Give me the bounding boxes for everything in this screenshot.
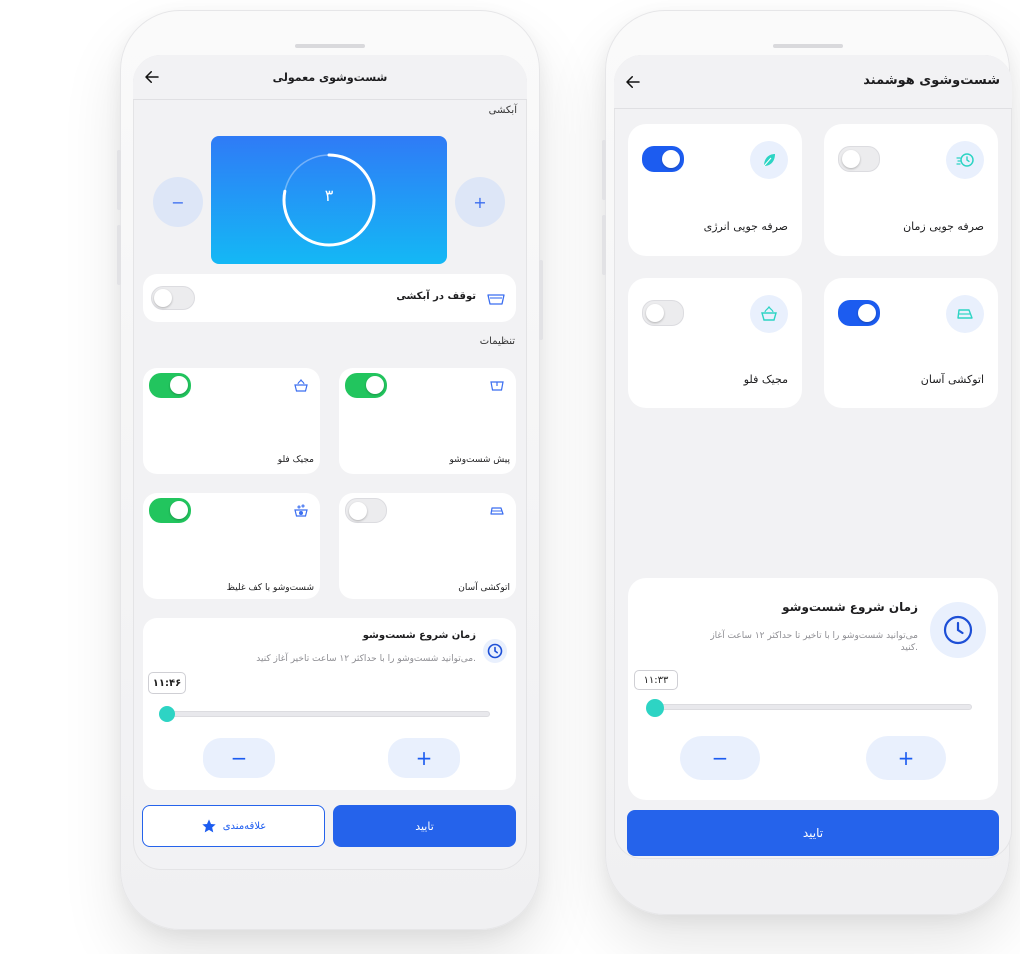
option-card-prewash[interactable]: پیش شست‌وشو bbox=[339, 368, 516, 474]
time-text: ۱۱:۳۳ bbox=[643, 674, 669, 686]
foam-wash-toggle[interactable] bbox=[149, 498, 191, 523]
magic-flow-toggle[interactable] bbox=[642, 300, 684, 326]
start-time-card: زمان شروع شست‌وشو می‌توانید شست‌وشو را ب… bbox=[143, 618, 516, 790]
page-title: شست‌وشوی معمولی bbox=[272, 70, 388, 84]
option-label: صرفه جویی انرژی bbox=[703, 220, 788, 233]
back-arrow-icon[interactable] bbox=[624, 73, 642, 91]
start-time-card: زمان شروع شست‌وشو می‌توانید شست‌وشو را ب… bbox=[628, 578, 998, 800]
plus-label: + bbox=[415, 746, 433, 770]
back-arrow-icon[interactable] bbox=[143, 68, 161, 86]
option-card-foam-wash[interactable]: شست‌وشو با کف غلیظ bbox=[143, 493, 320, 599]
start-time-value: ۱۱:۳۳ bbox=[634, 670, 678, 690]
option-card-magic-flow[interactable]: مجیک فلو bbox=[628, 278, 802, 408]
start-time-slider-thumb[interactable] bbox=[159, 706, 175, 722]
leaf-icon bbox=[750, 141, 788, 179]
magic-flow-icon bbox=[750, 295, 788, 333]
left-screen: شست‌وشوی معمولی آبکشی − ۳ + توقف در آبکش… bbox=[133, 55, 527, 870]
iron-icon bbox=[946, 295, 984, 333]
tub-icon bbox=[487, 294, 505, 305]
toggle-knob bbox=[170, 501, 188, 519]
power-button bbox=[539, 260, 543, 340]
toggle-knob bbox=[858, 304, 876, 322]
rinse-plus-button[interactable]: + bbox=[455, 177, 505, 227]
toggle-knob bbox=[662, 150, 680, 168]
magic-flow-toggle[interactable] bbox=[149, 373, 191, 398]
speaker-grille bbox=[772, 44, 843, 48]
confirm-label: تایید bbox=[415, 819, 434, 833]
iron-icon bbox=[486, 500, 508, 522]
volume-button bbox=[602, 140, 606, 200]
foam-wash-icon bbox=[290, 500, 312, 522]
start-time-plus-button[interactable]: + bbox=[866, 736, 946, 780]
clock-icon bbox=[930, 602, 986, 658]
star-icon bbox=[202, 819, 216, 833]
toggle-knob bbox=[349, 502, 367, 520]
easy-iron-toggle[interactable] bbox=[345, 498, 387, 523]
favorite-label: علاقه‌مندی bbox=[222, 820, 267, 832]
toggle-knob bbox=[366, 376, 384, 394]
option-label: اتوکشی آسان bbox=[920, 373, 984, 386]
start-time-plus-button[interactable]: + bbox=[388, 738, 460, 778]
pause-rinse-toggle[interactable] bbox=[151, 286, 195, 310]
minus-label: − bbox=[711, 746, 729, 770]
page-title: شست‌وشوی هوشمند bbox=[863, 73, 1000, 88]
plus-label: + bbox=[897, 746, 915, 770]
settings-section-title: تنظیمات bbox=[479, 336, 515, 347]
option-label: مجیک فلو bbox=[743, 373, 788, 386]
rinse-count: ۳ bbox=[324, 186, 334, 205]
start-time-title: زمان شروع شست‌وشو bbox=[362, 630, 476, 641]
option-card-easy-iron[interactable]: اتوکشی آسان bbox=[824, 278, 998, 408]
rinse-minus-button[interactable]: − bbox=[153, 177, 203, 227]
start-time-slider[interactable] bbox=[163, 711, 490, 717]
time-save-icon bbox=[946, 141, 984, 179]
prewash-toggle[interactable] bbox=[345, 373, 387, 398]
start-time-value: ۱۱:۴۶ bbox=[148, 672, 186, 694]
option-card-energy-save[interactable]: صرفه جویی انرژی bbox=[628, 124, 802, 256]
start-time-minus-button[interactable]: − bbox=[680, 736, 760, 780]
rinse-counter-display: ۳ bbox=[211, 136, 447, 264]
start-time-title: زمان شروع شست‌وشو bbox=[782, 600, 918, 614]
toggle-knob bbox=[170, 376, 188, 394]
option-card-time-save[interactable]: صرفه جویی زمان bbox=[824, 124, 998, 256]
option-label: شست‌وشو با کف غلیظ bbox=[226, 583, 314, 593]
option-card-magic-flow[interactable]: مجیک فلو bbox=[143, 368, 320, 474]
start-time-slider-thumb[interactable] bbox=[646, 699, 664, 717]
start-time-slider[interactable] bbox=[654, 704, 972, 710]
confirm-button[interactable]: تایید bbox=[627, 810, 999, 856]
start-time-description: می‌توانید شست‌وشو را با حداکثر ۱۲ ساعت ت… bbox=[256, 654, 476, 664]
confirm-label: تایید bbox=[802, 826, 824, 840]
minus-label: − bbox=[171, 192, 185, 212]
energy-save-toggle[interactable] bbox=[642, 146, 684, 172]
prewash-icon bbox=[486, 375, 508, 397]
toggle-knob bbox=[154, 289, 172, 307]
volume-button bbox=[117, 225, 121, 285]
app-bar: شست‌وشوی معمولی bbox=[133, 55, 527, 100]
confirm-button[interactable]: تایید bbox=[333, 805, 516, 847]
option-card-easy-iron[interactable]: اتوکشی آسان bbox=[339, 493, 516, 599]
favorite-button[interactable]: علاقه‌مندی bbox=[142, 805, 325, 847]
option-label: صرفه جویی زمان bbox=[903, 220, 984, 233]
rinse-section-title: آبکشی bbox=[488, 105, 517, 116]
volume-button bbox=[117, 150, 121, 210]
plus-label: + bbox=[473, 192, 487, 212]
speaker-grille bbox=[295, 44, 365, 48]
easy-iron-toggle[interactable] bbox=[838, 300, 880, 326]
pause-rinse-card: توقف در آبکشی bbox=[143, 274, 516, 322]
option-label: مجیک فلو bbox=[277, 455, 314, 465]
magic-flow-icon bbox=[290, 375, 312, 397]
app-bar: شست‌وشوی هوشمند bbox=[614, 55, 1012, 109]
start-time-description: می‌توانید شست‌وشو را با تاخیر تا حداکثر … bbox=[710, 631, 918, 653]
volume-button bbox=[602, 215, 606, 275]
time-save-toggle[interactable] bbox=[838, 146, 880, 172]
minus-label: − bbox=[230, 746, 248, 770]
start-time-minus-button[interactable]: − bbox=[203, 738, 275, 778]
right-screen: شست‌وشوی هوشمند صرفه جویی زمان صرفه جویی… bbox=[614, 55, 1012, 859]
clock-icon bbox=[483, 639, 507, 663]
toggle-knob bbox=[646, 304, 664, 322]
option-label: اتوکشی آسان bbox=[458, 583, 510, 593]
toggle-knob bbox=[842, 150, 860, 168]
pause-rinse-label: توقف در آبکشی bbox=[396, 291, 476, 302]
time-text: ۱۱:۴۶ bbox=[152, 677, 182, 689]
option-label: پیش شست‌وشو bbox=[449, 455, 511, 465]
